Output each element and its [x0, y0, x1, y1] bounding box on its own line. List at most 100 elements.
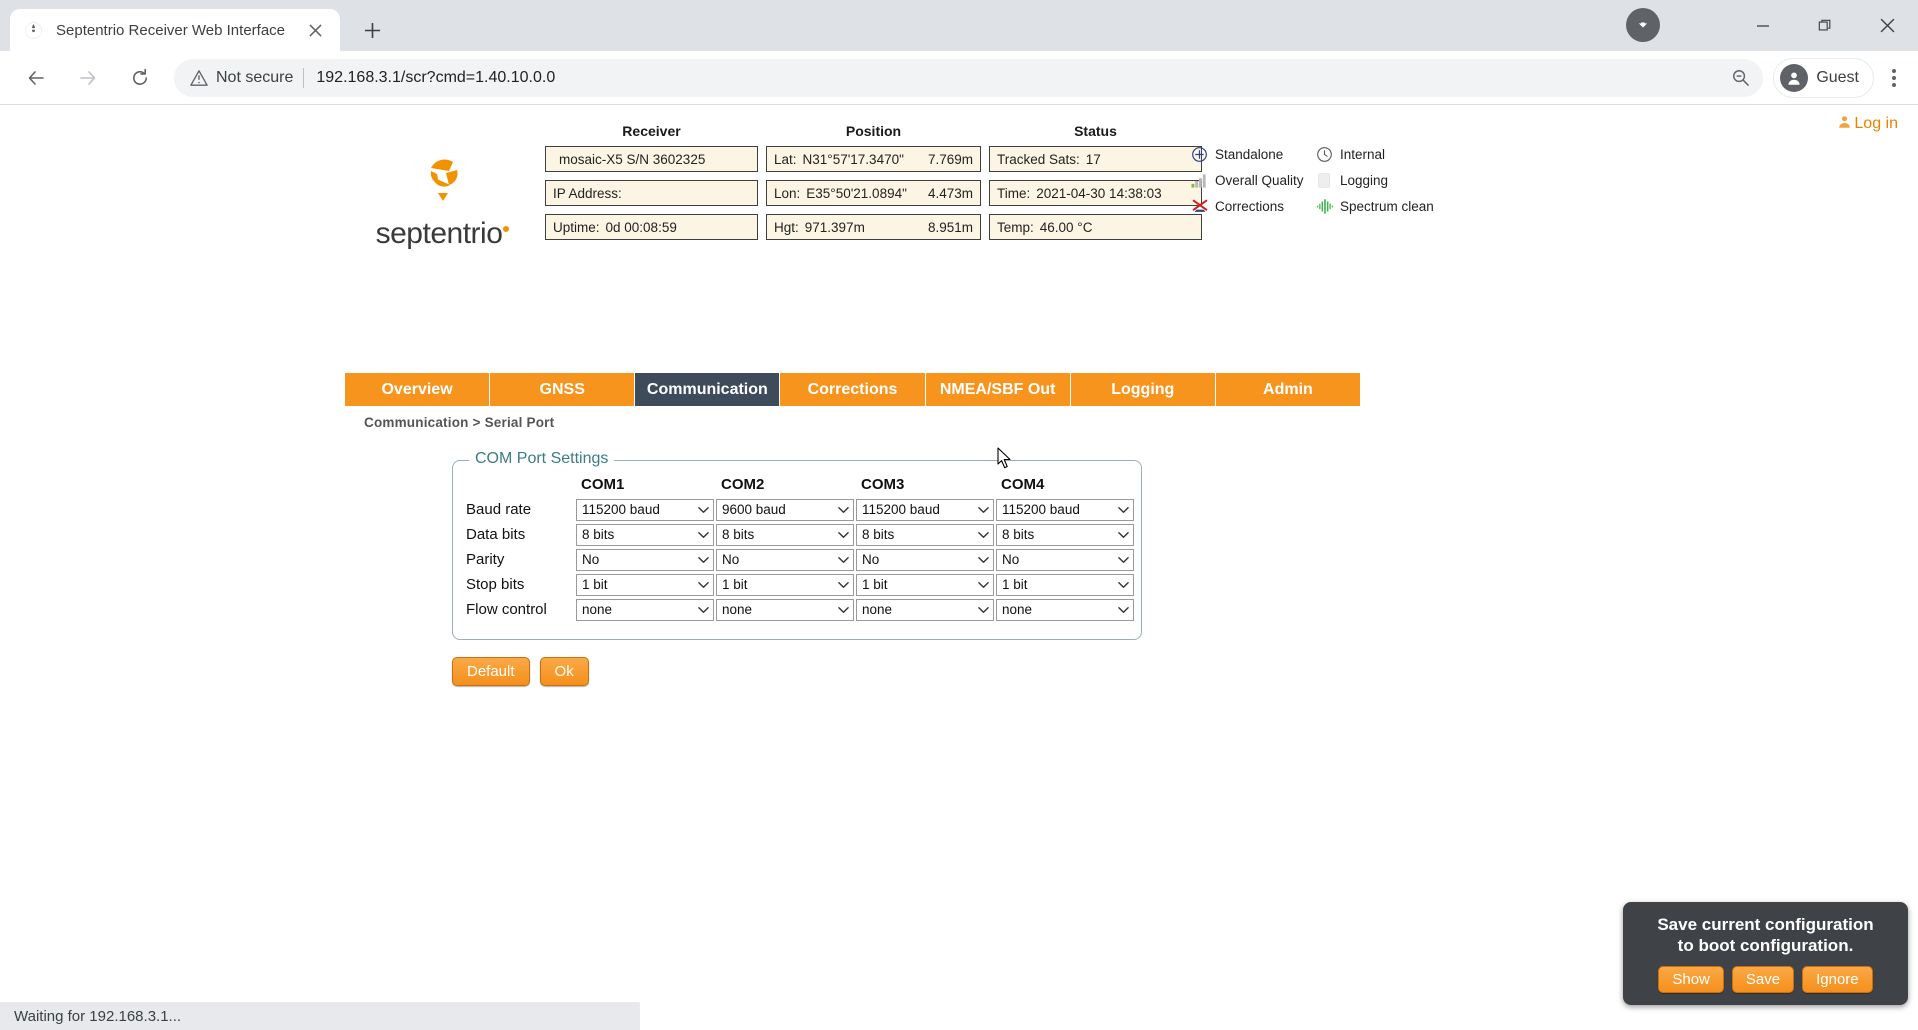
- status-internal: Internal: [1315, 145, 1434, 164]
- chevron-down-icon: [975, 581, 991, 589]
- column-header-com4: COM4: [1001, 475, 1045, 493]
- close-icon[interactable]: [302, 17, 328, 43]
- field-label: Hgt:: [774, 219, 799, 235]
- select-parity-com3[interactable]: No: [856, 548, 994, 571]
- spectrum-icon: [1315, 197, 1334, 216]
- select-data-bits-com4[interactable]: 8 bits: [996, 523, 1134, 546]
- maximize-icon[interactable]: [1794, 0, 1856, 51]
- nav-tab-overview[interactable]: Overview: [345, 373, 491, 406]
- field-extra: 8.951m: [927, 219, 973, 235]
- window-close-icon[interactable]: [1856, 0, 1918, 51]
- select-flow-control-com1[interactable]: none: [576, 598, 714, 621]
- log-in-link[interactable]: Log in: [1837, 114, 1898, 134]
- arrow-right-icon[interactable]: [68, 58, 108, 98]
- reload-icon[interactable]: [120, 58, 160, 98]
- cell-baud-rate-com1: 115200 baud: [575, 497, 715, 522]
- select-baud-rate-com4[interactable]: 115200 baud: [996, 498, 1134, 521]
- field-value: mosaic-X5 S/N 3602325: [559, 151, 706, 167]
- field-label: Lon:: [774, 185, 801, 201]
- signal-bars-icon: [1190, 171, 1209, 190]
- receiver-info-columns: Receiver mosaic-X5 S/N 3602325 IP Addres…: [545, 123, 1202, 248]
- select-flow-control-com4[interactable]: none: [996, 598, 1134, 621]
- select-stop-bits-com2[interactable]: 1 bit: [716, 573, 854, 596]
- field-label: Time:: [997, 185, 1031, 201]
- status-icon-grid: Standalone Internal Overall Quality Logg…: [1190, 145, 1434, 216]
- new-tab-button[interactable]: [354, 12, 390, 48]
- select-flow-control-com2[interactable]: none: [716, 598, 854, 621]
- field-value: 0d 00:08:59: [605, 219, 677, 235]
- chevron-down-icon: [835, 581, 851, 589]
- info-column-status: Status Tracked Sats: 17 Time: 2021-04-30…: [989, 123, 1202, 248]
- select-value: none: [862, 602, 893, 617]
- toast-message-line1: Save current configuration: [1657, 914, 1874, 934]
- select-data-bits-com2[interactable]: 8 bits: [716, 523, 854, 546]
- select-data-bits-com3[interactable]: 8 bits: [856, 523, 994, 546]
- select-baud-rate-com3[interactable]: 115200 baud: [856, 498, 994, 521]
- select-parity-com4[interactable]: No: [996, 548, 1134, 571]
- person-icon: [1837, 114, 1852, 134]
- chevron-down-icon: [975, 606, 991, 614]
- chevron-down-icon: [1115, 556, 1131, 564]
- chevron-down-icon: [835, 556, 851, 564]
- select-value: 8 bits: [862, 527, 895, 542]
- toast-show-button[interactable]: Show: [1658, 966, 1724, 993]
- status-label: Overall Quality: [1215, 173, 1304, 188]
- field-label: Tracked Sats:: [997, 151, 1080, 167]
- status-tracked-sats-field: Tracked Sats: 17: [989, 146, 1202, 172]
- select-data-bits-com1[interactable]: 8 bits: [576, 523, 714, 546]
- status-temp-field: Temp: 46.00 °C: [989, 214, 1202, 240]
- default-button[interactable]: Default: [452, 657, 530, 686]
- nav-tab-corrections[interactable]: Corrections: [780, 373, 926, 406]
- nav-tab-communication[interactable]: Communication: [635, 373, 781, 406]
- ok-button[interactable]: Ok: [539, 657, 589, 686]
- status-standalone: Standalone: [1190, 145, 1305, 164]
- info-column-heading: Position: [845, 123, 902, 139]
- select-value: 9600 baud: [722, 502, 786, 517]
- address-bar[interactable]: Not secure 192.168.3.1/scr?cmd=1.40.10.0…: [174, 58, 1764, 97]
- info-column-receiver: Receiver mosaic-X5 S/N 3602325 IP Addres…: [545, 123, 758, 248]
- toast-ignore-button[interactable]: Ignore: [1802, 966, 1873, 993]
- field-label: Temp:: [997, 219, 1034, 235]
- select-parity-com1[interactable]: No: [576, 548, 714, 571]
- status-corrections: Corrections: [1190, 197, 1305, 216]
- address-bar-url[interactable]: 192.168.3.1/scr?cmd=1.40.10.0.0: [316, 69, 1725, 87]
- select-value: 8 bits: [722, 527, 755, 542]
- select-value: No: [582, 552, 600, 567]
- kebab-menu-icon[interactable]: [1876, 58, 1912, 98]
- table-row: Stop bits 1 bit 1 bit 1 bit 1 bit: [465, 572, 1135, 597]
- profile-chip[interactable]: Guest: [1773, 57, 1874, 98]
- nav-tab-nmea-sbf-out[interactable]: NMEA/SBF Out: [925, 373, 1071, 406]
- browser-tab[interactable]: Septentrio Receiver Web Interface: [10, 9, 340, 51]
- chevron-down-icon: [975, 506, 991, 514]
- zoom-out-icon[interactable]: [1725, 63, 1755, 93]
- nav-tab-gnss[interactable]: GNSS: [490, 373, 636, 406]
- chevron-down-icon: [695, 531, 711, 539]
- status-label: Corrections: [1215, 199, 1285, 214]
- select-stop-bits-com4[interactable]: 1 bit: [996, 573, 1134, 596]
- field-extra: 4.473m: [927, 185, 973, 201]
- window-controls: [1626, 0, 1918, 51]
- arrow-left-icon[interactable]: [16, 58, 56, 98]
- chevron-down-icon: [695, 506, 711, 514]
- com-port-settings-table: COM1 COM2 COM3 COM4 Baud rate 115200 bau…: [465, 473, 1135, 622]
- cell-baud-rate-com4: 115200 baud: [995, 497, 1135, 522]
- toast-save-button[interactable]: Save: [1731, 966, 1795, 993]
- minimize-icon[interactable]: [1732, 0, 1794, 51]
- select-stop-bits-com1[interactable]: 1 bit: [576, 573, 714, 596]
- corrections-crossed-icon: [1190, 197, 1209, 216]
- select-stop-bits-com3[interactable]: 1 bit: [856, 573, 994, 596]
- select-flow-control-com3[interactable]: none: [856, 598, 994, 621]
- select-value: none: [582, 602, 613, 617]
- select-baud-rate-com1[interactable]: 115200 baud: [576, 498, 714, 521]
- status-label: Spectrum clean: [1340, 199, 1434, 214]
- select-parity-com2[interactable]: No: [716, 548, 854, 571]
- nav-tab-logging[interactable]: Logging: [1070, 373, 1216, 406]
- chevron-down-icon: [1115, 581, 1131, 589]
- row-label-data-bits: Data bits: [466, 526, 526, 543]
- tabstrip-profile-avatar[interactable]: [1626, 8, 1660, 42]
- log-in-label: Log in: [1854, 115, 1898, 132]
- chevron-down-icon: [695, 581, 711, 589]
- nav-tab-admin[interactable]: Admin: [1215, 373, 1360, 406]
- select-baud-rate-com2[interactable]: 9600 baud: [716, 498, 854, 521]
- table-row: Flow control none none none none: [465, 597, 1135, 622]
